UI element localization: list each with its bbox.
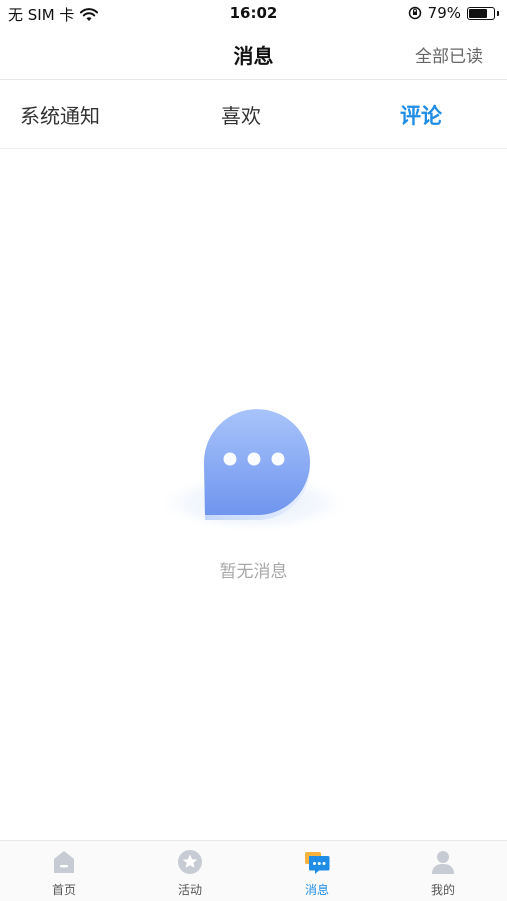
bottom-tab-home[interactable]: 首页 — [24, 849, 104, 898]
bottom-tab-label: 我的 — [430, 883, 455, 897]
user-icon — [432, 851, 454, 874]
mark-all-read-button[interactable]: 全部已读 — [415, 42, 483, 67]
star-icon — [178, 850, 202, 874]
status-right: 79% — [408, 4, 499, 22]
chat-bubble-icon — [157, 409, 351, 533]
bottom-tab-label: 首页 — [51, 883, 76, 897]
nav-bar: 消息 全部已读 — [0, 28, 507, 80]
bottom-tab-label: 消息 — [304, 883, 329, 897]
tab-likes[interactable]: 喜欢 — [221, 100, 261, 129]
status-bar: 无 SIM 卡 16:02 79% — [0, 0, 507, 28]
battery-tip — [497, 10, 499, 16]
empty-state-text: 暂无消息 — [219, 562, 288, 582]
bottom-tab-label: 活动 — [177, 883, 202, 897]
bottom-tab-profile[interactable]: 我的 — [403, 849, 483, 898]
battery-fill — [469, 8, 488, 18]
home-icon — [54, 851, 74, 873]
battery-percent: 79% — [427, 4, 461, 22]
bottom-tab-activity[interactable]: 活动 — [150, 849, 230, 898]
bottom-tab-bar: 首页 活动 消息 我的 — [0, 840, 507, 901]
message-icon — [305, 852, 330, 874]
orientation-lock-icon — [408, 6, 421, 20]
tab-system-notice[interactable]: 系统通知 — [20, 100, 100, 129]
message-tabs: 系统通知 喜欢 评论 — [0, 80, 507, 149]
empty-state: 暂无消息 — [0, 395, 507, 595]
tab-comments[interactable]: 评论 — [400, 100, 442, 130]
battery-icon — [467, 6, 495, 20]
bottom-tab-messages[interactable]: 消息 — [277, 849, 357, 898]
